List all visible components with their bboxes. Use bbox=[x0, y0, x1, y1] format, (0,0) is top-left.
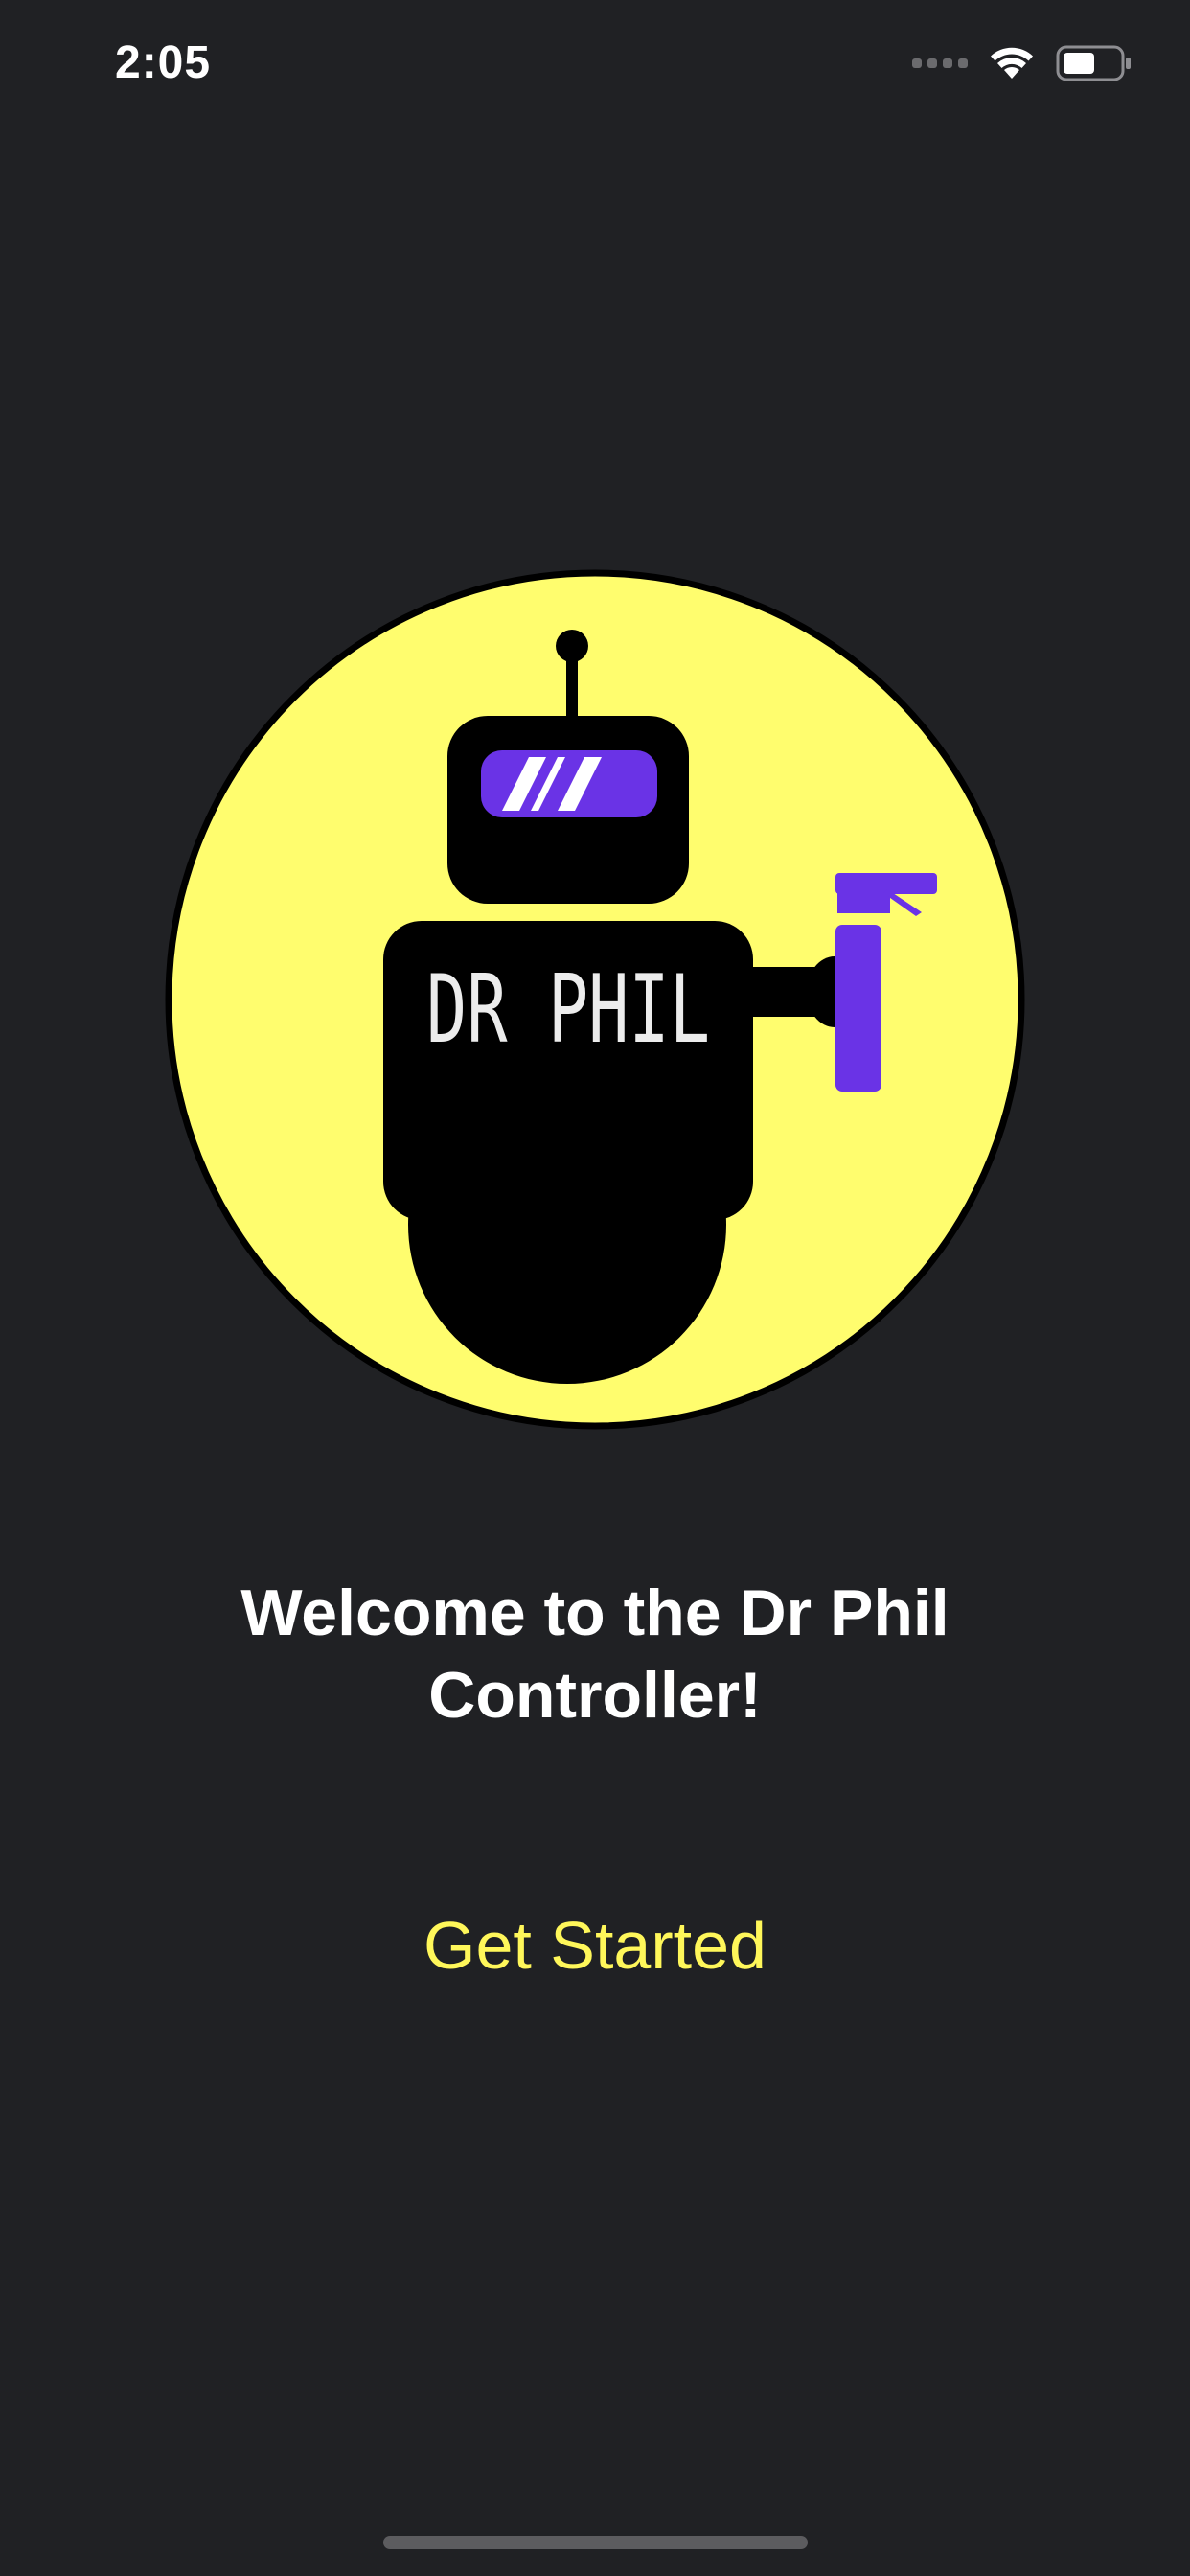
home-indicator[interactable] bbox=[383, 2536, 808, 2549]
cellular-signal-icon bbox=[912, 58, 968, 68]
battery-icon bbox=[1056, 45, 1131, 81]
status-time: 2:05 bbox=[115, 37, 212, 88]
get-started-button[interactable]: Get Started bbox=[355, 1898, 835, 1993]
welcome-title: Welcome to the Dr Phil Controller! bbox=[240, 1576, 950, 1732]
status-icons bbox=[912, 42, 1133, 84]
logo-label: DR PHIL bbox=[426, 955, 710, 1065]
wifi-icon bbox=[991, 47, 1033, 79]
status-bar: 2:05 bbox=[0, 0, 1190, 134]
robot-logo-icon: DR PHIL bbox=[165, 569, 1025, 1430]
welcome-screen: 2:05 DR PHIL Welcome to the Dr Phil Cont… bbox=[0, 0, 1190, 2576]
